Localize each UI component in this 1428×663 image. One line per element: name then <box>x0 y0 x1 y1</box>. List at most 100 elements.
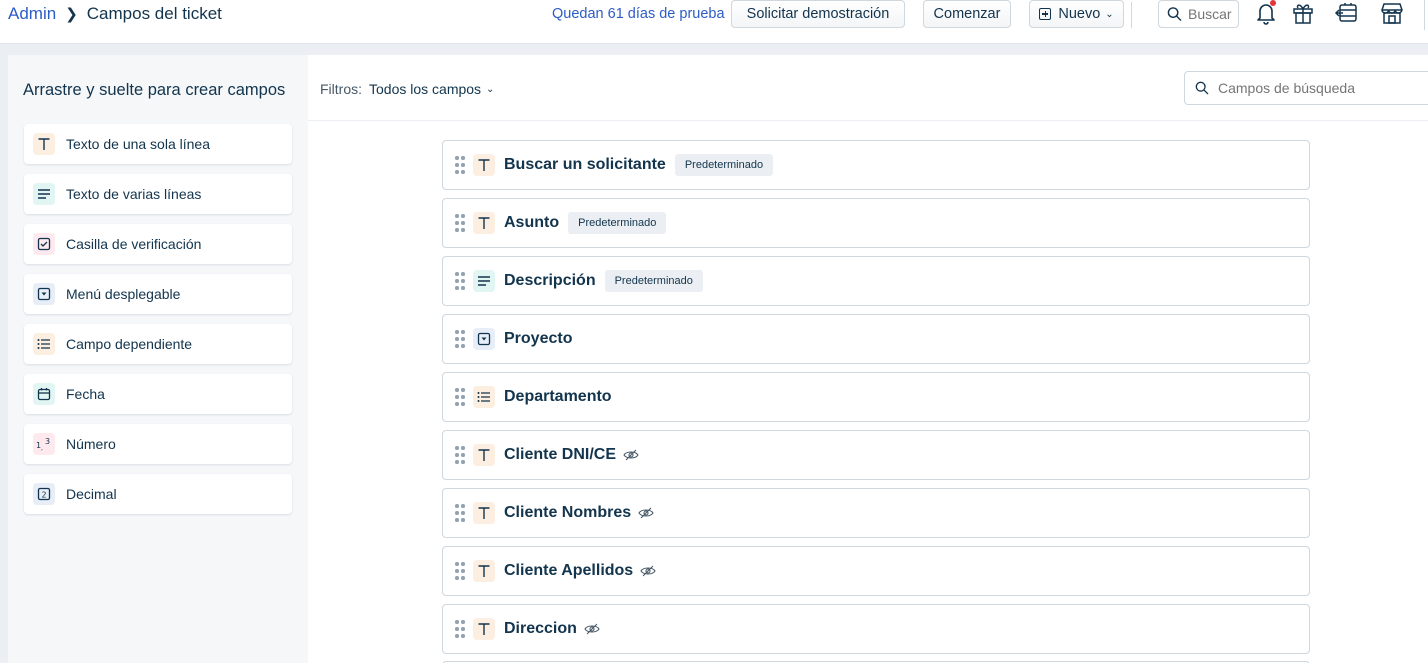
single-line-text-icon <box>473 212 495 234</box>
decimal-icon: 2 <box>33 483 55 505</box>
single-line-text-icon <box>33 133 55 155</box>
palette-item-date[interactable]: Fecha <box>24 374 292 414</box>
dependent-field-icon <box>473 386 495 408</box>
field-row[interactable]: Direccion <box>442 604 1310 654</box>
field-name: Departamento <box>504 388 612 405</box>
chevron-right-icon: ❯ <box>65 6 78 23</box>
dropdown-icon <box>33 283 55 305</box>
drag-handle-icon[interactable] <box>455 388 465 406</box>
eye-off-icon <box>623 449 639 461</box>
palette-item-checkbox[interactable]: Casilla de verificación <box>24 224 292 264</box>
palette-item-label: Decimal <box>66 486 117 502</box>
single-line-text-icon <box>473 502 495 524</box>
top-header: Admin ❯ Campos del ticket Quedan 61 días… <box>0 0 1428 44</box>
filter-dropdown[interactable]: Todos los campos <box>369 81 481 97</box>
switch-product-icon[interactable] <box>1334 0 1360 26</box>
number-icon: 1,3 <box>33 433 55 455</box>
palette-item-label: Texto de varias líneas <box>66 186 202 202</box>
default-badge: Predeterminado <box>674 154 774 176</box>
field-name: Direccion <box>504 620 577 637</box>
palette-item-label: Casilla de verificación <box>66 236 202 252</box>
field-row[interactable]: Departamento <box>442 372 1310 422</box>
field-search[interactable] <box>1184 71 1428 105</box>
marketplace-store-icon[interactable] <box>1379 0 1405 26</box>
default-badge: Predeterminado <box>568 212 667 234</box>
divider <box>1424 0 1425 30</box>
search-icon <box>1195 81 1209 95</box>
global-search-input[interactable] <box>1188 6 1238 22</box>
single-line-text-icon <box>473 154 495 176</box>
palette-item-label: Fecha <box>66 386 105 402</box>
field-search-input[interactable] <box>1218 80 1418 96</box>
palette-item-label: Campo dependiente <box>66 336 193 352</box>
gift-icon[interactable] <box>1290 0 1316 26</box>
drag-handle-icon[interactable] <box>455 446 465 464</box>
palette-item-decimal[interactable]: 2 Decimal <box>24 474 292 514</box>
palette-item-label: Texto de una sola línea <box>66 136 210 152</box>
global-search[interactable] <box>1158 0 1239 28</box>
palette-item-dependent-field[interactable]: Campo dependiente <box>24 324 292 364</box>
palette-item-label: Número <box>66 436 116 452</box>
filter-bar: Filtros: Todos los campos ⌄ <box>308 55 1428 121</box>
trial-days-link[interactable]: Quedan 61 días de prueba <box>552 6 725 22</box>
palette-item-dropdown[interactable]: Menú desplegable <box>24 274 292 314</box>
field-row[interactable]: Buscar un solicitante Predeterminado <box>442 140 1310 190</box>
page-title: Campos del ticket <box>86 4 222 23</box>
breadcrumb: Admin ❯ Campos del ticket <box>8 4 222 24</box>
single-line-text-icon <box>473 560 495 582</box>
field-palette-panel: Arrastre y suelte para crear campos Text… <box>8 55 308 663</box>
svg-text:,: , <box>41 445 43 451</box>
field-name: Cliente Apellidos <box>504 562 634 579</box>
eye-off-icon <box>584 623 600 635</box>
drag-handle-icon[interactable] <box>455 330 465 348</box>
drag-handle-icon[interactable] <box>455 214 465 232</box>
drag-handle-icon[interactable] <box>455 156 465 174</box>
field-row[interactable]: Asunto Predeterminado <box>442 198 1310 248</box>
dependent-field-icon <box>33 333 55 355</box>
calendar-icon <box>33 383 55 405</box>
single-line-text-icon <box>473 618 495 640</box>
field-name: Asunto <box>504 214 560 231</box>
chevron-down-icon[interactable]: ⌄ <box>486 84 494 95</box>
drag-handle-icon[interactable] <box>455 562 465 580</box>
new-button-label: Nuevo <box>1058 6 1101 22</box>
single-line-text-icon <box>473 444 495 466</box>
field-name: Descripción <box>504 272 596 289</box>
multi-line-text-icon <box>473 270 495 292</box>
field-name: Cliente DNI/CE <box>504 446 617 463</box>
field-row[interactable]: Descripción Predeterminado <box>442 256 1310 306</box>
default-badge: Predeterminado <box>604 270 703 292</box>
field-row[interactable]: Cliente Apellidos <box>442 546 1310 596</box>
palette-item-single-line-text[interactable]: Texto de una sola línea <box>24 124 292 164</box>
palette-heading: Arrastre y suelte para crear campos <box>23 81 286 99</box>
drag-handle-icon[interactable] <box>455 504 465 522</box>
field-name: Proyecto <box>504 330 573 347</box>
checkbox-icon <box>33 233 55 255</box>
svg-text:3: 3 <box>45 437 50 446</box>
filter-label: Filtros: <box>320 81 362 97</box>
palette-item-number[interactable]: 1,3 Número <box>24 424 292 464</box>
field-row[interactable]: Proyecto <box>442 314 1310 364</box>
eye-off-icon <box>640 565 656 577</box>
fields-main-area: Filtros: Todos los campos ⌄ Buscar un so… <box>308 55 1428 663</box>
plus-square-icon <box>1039 8 1052 20</box>
drag-handle-icon[interactable] <box>455 272 465 290</box>
drag-handle-icon[interactable] <box>455 620 465 638</box>
get-started-button[interactable]: Comenzar <box>923 0 1011 28</box>
field-name: Cliente Nombres <box>504 504 632 521</box>
palette-item-label: Menú desplegable <box>66 286 181 302</box>
field-row[interactable]: Cliente Nombres <box>442 488 1310 538</box>
notifications-bell-icon[interactable] <box>1253 0 1279 26</box>
new-button[interactable]: Nuevo ⌄ <box>1029 0 1124 28</box>
svg-text:2: 2 <box>42 491 47 500</box>
breadcrumb-admin-link[interactable]: Admin <box>8 4 56 24</box>
multi-line-text-icon <box>33 183 55 205</box>
palette-item-multi-line-text[interactable]: Texto de varias líneas <box>24 174 292 214</box>
search-icon <box>1167 7 1182 21</box>
chevron-down-icon: ⌄ <box>1105 8 1114 20</box>
eye-off-icon <box>638 507 654 519</box>
field-name: Buscar un solicitante <box>504 156 666 173</box>
request-demo-button[interactable]: Solicitar demostración <box>731 0 905 28</box>
field-row[interactable]: Cliente DNI/CE <box>442 430 1310 480</box>
dropdown-icon <box>473 328 495 350</box>
